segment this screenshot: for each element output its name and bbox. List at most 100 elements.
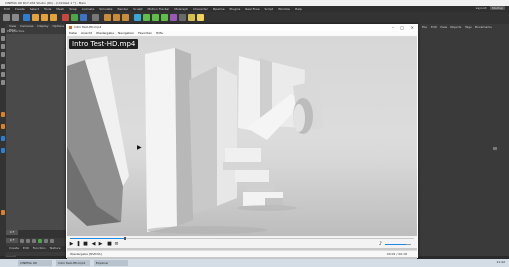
light-icon[interactable] xyxy=(197,14,204,21)
objects-menu-tags[interactable]: Tags xyxy=(465,25,472,29)
c4d-menu-window[interactable]: Window xyxy=(278,7,290,11)
c4d-menu-mesh[interactable]: Mesh xyxy=(56,7,64,11)
c4d-play-icon[interactable] xyxy=(38,239,42,243)
video-frame[interactable]: Intro Test-HD.mp4 ▶ xyxy=(67,36,417,260)
start-frame-field[interactable]: 0 F xyxy=(6,230,18,235)
player-menu-favoriten[interactable]: Favoriten xyxy=(138,31,152,35)
c4d-menu-create[interactable]: Create xyxy=(15,7,25,11)
c4d-menu-character[interactable]: Character xyxy=(193,7,208,11)
next-icon[interactable]: ▶ xyxy=(98,242,103,247)
viewport-menu-cameras[interactable]: Cameras xyxy=(20,24,33,28)
c4d-menu-script[interactable]: Script xyxy=(265,7,274,11)
c4d-layout-selector[interactable]: Layout: Startup xyxy=(476,6,505,10)
workplane-icon[interactable] xyxy=(1,52,5,57)
material-menu-create[interactable]: Create xyxy=(9,246,19,250)
scale-icon[interactable] xyxy=(41,14,48,21)
go-to-end-icon[interactable] xyxy=(50,239,54,243)
c4d-menu-simulate[interactable]: Simulate xyxy=(99,7,112,11)
tweak-icon[interactable] xyxy=(1,124,5,129)
snapping-icon[interactable] xyxy=(1,136,5,141)
cube-icon[interactable] xyxy=(134,14,141,21)
material-menu-texture[interactable]: Texture xyxy=(49,246,60,250)
coordinate-system-icon[interactable] xyxy=(92,14,99,21)
pause-icon[interactable]: ❚ xyxy=(76,242,81,247)
array-icon[interactable] xyxy=(161,14,168,21)
live-selection-icon[interactable] xyxy=(23,14,30,21)
z-axis-icon[interactable] xyxy=(80,14,87,21)
solo-icon[interactable] xyxy=(1,210,5,215)
panel-handle-icon[interactable] xyxy=(493,147,497,150)
c4d-menu-animate[interactable]: Animate xyxy=(82,7,95,11)
go-to-start-icon[interactable] xyxy=(20,239,24,243)
floor-icon[interactable] xyxy=(179,14,186,21)
previous-key-icon[interactable] xyxy=(26,239,30,243)
c4d-menu-snap[interactable]: Snap xyxy=(69,7,77,11)
c4d-menu-sculpt[interactable]: Sculpt xyxy=(133,7,142,11)
stop-icon[interactable]: ■ xyxy=(83,242,88,247)
c4d-menu-mograph[interactable]: MoGraph xyxy=(174,7,188,11)
texture-mode-icon[interactable] xyxy=(1,44,5,49)
pen-icon[interactable] xyxy=(143,14,150,21)
taskbar-item-explorer[interactable]: Explorer xyxy=(94,260,128,266)
player-menu-hilfe[interactable]: Hilfe xyxy=(156,31,163,35)
minimize-icon[interactable]: – xyxy=(392,25,394,30)
c4d-menu-plugins[interactable]: Plugins xyxy=(230,7,241,11)
points-mode-icon[interactable] xyxy=(1,64,5,69)
objects-menu-edit[interactable]: Edit xyxy=(431,25,437,29)
viewport-menu-options[interactable]: Options xyxy=(52,24,64,28)
edges-mode-icon[interactable] xyxy=(1,72,5,77)
taskbar-item-c4d[interactable]: CINEMA 4D xyxy=(18,260,52,266)
polygons-mode-icon[interactable] xyxy=(1,80,5,85)
c4d-menu-edit[interactable]: Edit xyxy=(4,7,10,11)
render-picture-viewer-icon[interactable] xyxy=(113,14,120,21)
render-view-icon[interactable] xyxy=(104,14,111,21)
c4d-menu-pipeline[interactable]: Pipeline xyxy=(213,7,225,11)
material-menu-function[interactable]: Function xyxy=(33,246,46,250)
y-axis-icon[interactable] xyxy=(71,14,78,21)
player-menu-navigation[interactable]: Navigation xyxy=(118,31,134,35)
frame-step-icon[interactable]: ■ xyxy=(107,242,112,247)
close-icon[interactable]: × xyxy=(411,25,414,30)
play-icon[interactable]: ▶ xyxy=(69,242,74,247)
player-menu-datei[interactable]: Datei xyxy=(69,31,77,35)
previous-icon[interactable]: ◀ xyxy=(91,242,96,247)
camera-icon[interactable] xyxy=(188,14,195,21)
make-editable-icon[interactable] xyxy=(1,28,5,33)
player-menu-wiedergabe[interactable]: Wiedergabe xyxy=(96,31,114,35)
objects-menu-file[interactable]: File xyxy=(422,25,427,29)
seek-thumb[interactable] xyxy=(124,237,126,240)
playlist-icon[interactable]: ≡ xyxy=(114,242,119,247)
move-icon[interactable] xyxy=(32,14,39,21)
c4d-menu-motion-tracker[interactable]: Motion Tracker xyxy=(148,7,170,11)
previous-frame-icon[interactable] xyxy=(32,239,36,243)
x-axis-icon[interactable] xyxy=(62,14,69,21)
c4d-viewport[interactable] xyxy=(6,34,66,230)
c4d-menu-tools[interactable]: Tools xyxy=(44,7,51,11)
material-menu-edit[interactable]: Edit xyxy=(23,246,29,250)
viewport-menu-display[interactable]: Display xyxy=(37,24,48,28)
undo-icon[interactable] xyxy=(3,14,10,21)
model-mode-icon[interactable] xyxy=(1,36,5,41)
maximize-icon[interactable]: □ xyxy=(400,25,404,30)
subdivision-icon[interactable] xyxy=(152,14,159,21)
next-frame-icon[interactable] xyxy=(44,239,48,243)
c4d-layout-dropdown[interactable]: Startup xyxy=(489,6,505,10)
redo-icon[interactable] xyxy=(12,14,19,21)
c4d-menu-select[interactable]: Select xyxy=(30,7,39,11)
deformer-icon[interactable] xyxy=(170,14,177,21)
rotate-icon[interactable] xyxy=(50,14,57,21)
player-app-icon xyxy=(69,26,72,29)
objects-menu-bookmarks[interactable]: Bookmarks xyxy=(475,25,492,29)
speaker-icon[interactable]: ♪ xyxy=(378,242,383,247)
objects-menu-view[interactable]: View xyxy=(440,25,447,29)
lock-workplane-icon[interactable] xyxy=(1,148,5,153)
objects-menu-objects[interactable]: Objects xyxy=(450,25,461,29)
render-settings-icon[interactable] xyxy=(122,14,129,21)
taskbar-item-player[interactable]: Intro Test-HD.mp4 xyxy=(56,260,90,266)
c4d-menu-help[interactable]: Help xyxy=(295,7,302,11)
current-frame-field[interactable]: 0 F xyxy=(6,238,18,243)
c4d-menu-render[interactable]: Render xyxy=(118,7,129,11)
c4d-menu-realflow[interactable]: Real Flow xyxy=(245,7,259,11)
player-menu-ansicht[interactable]: Ansicht xyxy=(81,31,92,35)
enable-axis-icon[interactable] xyxy=(1,112,5,117)
